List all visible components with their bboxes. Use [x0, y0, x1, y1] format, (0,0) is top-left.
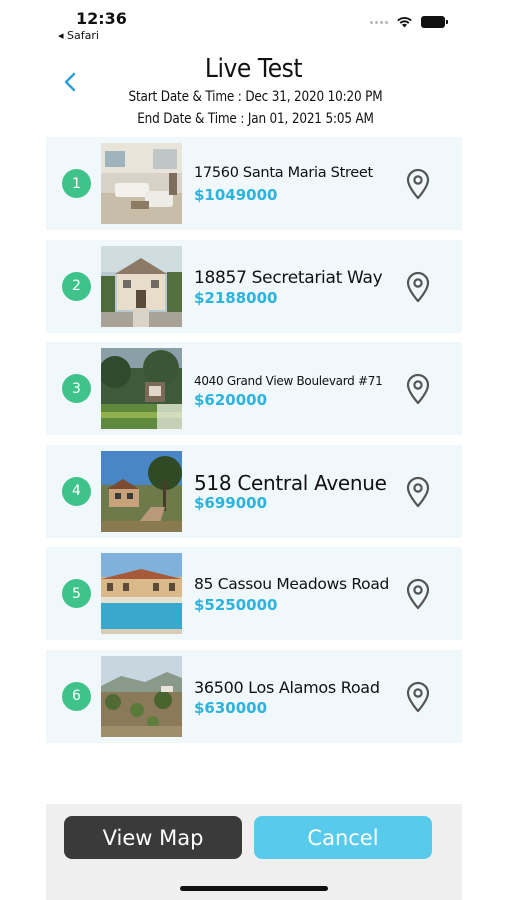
listing-row[interactable]: 3 4040 Grand View Boulevard #71 $620000 — [46, 342, 462, 435]
signal-dots-icon — [370, 20, 388, 24]
map-pin-icon[interactable] — [403, 167, 433, 201]
listing-address: 518 Central Avenue — [194, 470, 387, 495]
listing-price: $1049000 — [194, 186, 278, 204]
wifi-icon — [397, 17, 412, 28]
listing-number-badge: 3 — [62, 374, 91, 403]
pool-estate-photo — [101, 553, 182, 634]
listing-price: $699000 — [194, 493, 268, 512]
cancel-button[interactable]: Cancel — [254, 816, 432, 859]
house-exterior-photo — [101, 245, 182, 327]
listing-number-badge: 4 — [62, 476, 91, 506]
listing-price: $630000 — [194, 698, 268, 717]
hillside-home-photo — [101, 450, 182, 532]
listing-address: 85 Cassou Meadows Road — [194, 575, 390, 593]
page-title: Live Test — [204, 54, 303, 84]
building-garden-photo — [101, 348, 182, 429]
listing-list: 1 17560 Santa Maria Street $1049000 2 18… — [46, 137, 462, 752]
back-to-safari-link[interactable]: ◂ Safari — [58, 29, 99, 42]
listing-address: 36500 Los Alamos Road — [194, 677, 380, 697]
listing-row[interactable]: 4 518 Central Avenue $699000 — [46, 444, 462, 538]
start-date-time: Start Date & Time : Dec 31, 2020 10:20 P… — [128, 89, 383, 105]
listing-price: $2188000 — [194, 288, 278, 307]
listing-number-badge: 1 — [62, 169, 91, 198]
listing-row[interactable]: 1 17560 Santa Maria Street $1049000 — [46, 137, 462, 230]
listing-row[interactable]: 2 18857 Secretariat Way $2188000 — [46, 239, 462, 333]
map-pin-icon[interactable] — [403, 577, 433, 611]
desert-lot-photo — [101, 655, 182, 737]
map-pin-icon[interactable] — [403, 372, 433, 406]
listing-address: 18857 Secretariat Way — [194, 267, 383, 288]
status-icons — [370, 16, 448, 28]
map-pin-icon[interactable] — [403, 680, 433, 714]
status-time: 12:36 — [76, 9, 127, 28]
end-date-time: End Date & Time : Jan 01, 2021 5:05 AM — [137, 111, 374, 127]
map-pin-icon[interactable] — [403, 475, 433, 509]
listing-row[interactable]: 5 85 Cassou Meadows Road $5250000 — [46, 547, 462, 640]
battery-icon — [421, 16, 448, 28]
bottom-action-bar: View Map Cancel — [46, 804, 462, 900]
listing-address: 17560 Santa Maria Street — [194, 165, 373, 181]
view-map-button[interactable]: View Map — [64, 816, 242, 859]
home-indicator[interactable] — [180, 886, 328, 891]
listing-address: 4040 Grand View Boulevard #71 — [194, 374, 383, 388]
listing-number-badge: 2 — [62, 271, 91, 301]
listing-row[interactable]: 6 36500 Los Alamos Road $630000 — [46, 649, 462, 743]
listing-price: $620000 — [194, 391, 268, 409]
map-pin-icon[interactable] — [403, 270, 433, 304]
status-bar: 12:36 ◂ Safari — [0, 0, 507, 44]
listing-price: $5250000 — [194, 596, 278, 614]
listing-number-badge: 5 — [62, 579, 91, 608]
listing-number-badge: 6 — [62, 681, 91, 711]
living-room-photo — [101, 143, 182, 224]
